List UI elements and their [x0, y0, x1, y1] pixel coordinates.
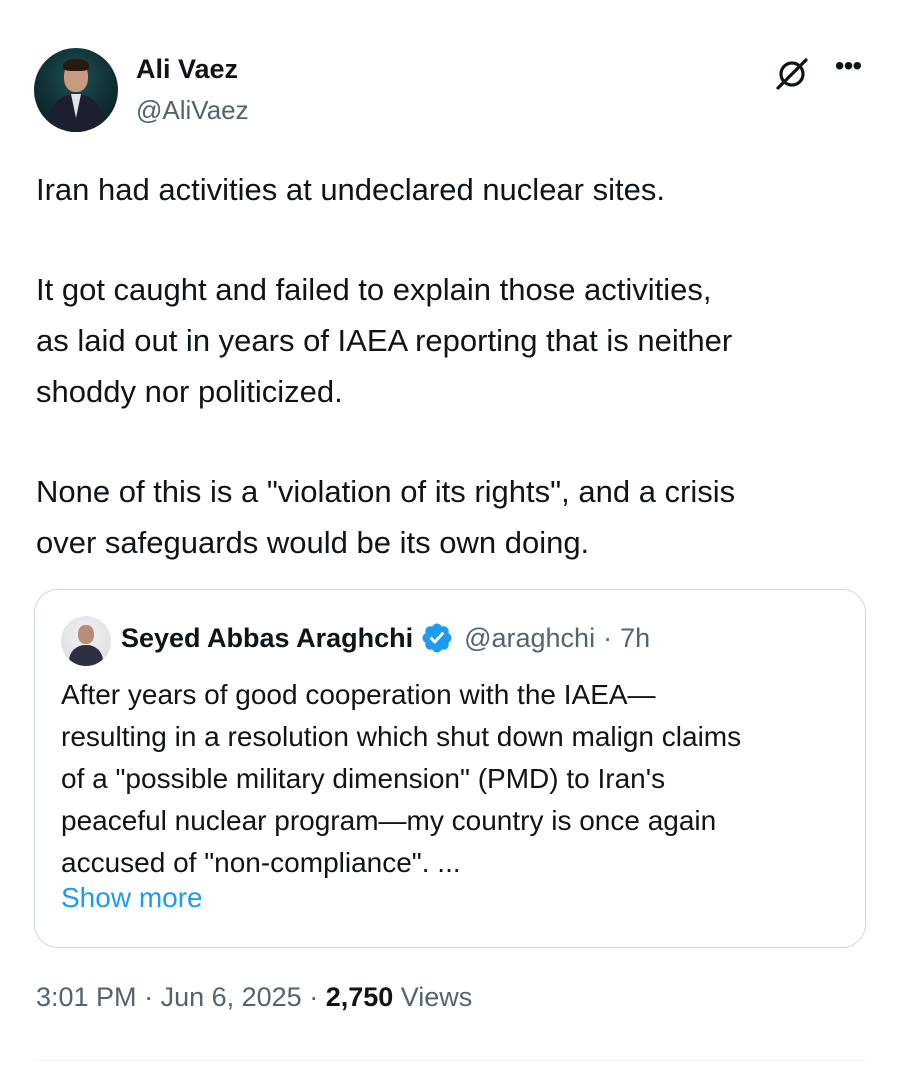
quoted-author-name[interactable]: Seyed Abbas Araghchi [121, 623, 413, 654]
quoted-separator: · [603, 622, 613, 653]
meta-separator: · [301, 982, 326, 1012]
quoted-tweet-text: After years of good cooperation with the… [61, 679, 742, 878]
quoted-timestamp[interactable]: 7h [620, 623, 650, 654]
author-avatar[interactable] [34, 48, 118, 132]
tweet: Ali Vaez @AliVaez ••• Iran had activitie… [0, 0, 901, 1080]
divider [34, 1060, 866, 1061]
views-label: Views [393, 982, 473, 1012]
tweet-date[interactable]: Jun 6, 2025 [161, 982, 302, 1012]
quoted-author-avatar[interactable] [61, 616, 111, 666]
author-name[interactable]: Ali Vaez [136, 54, 238, 85]
tweet-text: Iran had activities at undeclared nuclea… [36, 164, 866, 568]
more-icon[interactable]: ••• [832, 52, 864, 84]
tweet-paragraph: It got caught and failed to explain thos… [36, 272, 733, 409]
meta-separator: · [136, 982, 161, 1012]
tweet-time[interactable]: 3:01 PM [36, 982, 137, 1012]
verified-badge-icon [422, 623, 452, 653]
tweet-paragraph: Iran had activities at undeclared nuclea… [36, 172, 665, 207]
author-handle[interactable]: @AliVaez [136, 95, 249, 126]
tweet-meta: 3:01 PM · Jun 6, 2025 · 2,750 Views [36, 982, 472, 1013]
quoted-tweet-card[interactable]: Seyed Abbas Araghchi @araghchi · 7h Afte… [34, 589, 866, 948]
views-count: 2,750 [325, 982, 394, 1012]
grok-icon[interactable] [774, 56, 810, 92]
tweet-paragraph: None of this is a "violation of its righ… [36, 474, 736, 560]
quoted-tweet-header: Seyed Abbas Araghchi @araghchi · 7h [121, 620, 650, 656]
tweet-header: Ali Vaez @AliVaez ••• [34, 48, 864, 134]
show-more-link[interactable]: Show more [61, 882, 203, 914]
quoted-author-handle[interactable]: @araghchi [464, 623, 595, 654]
